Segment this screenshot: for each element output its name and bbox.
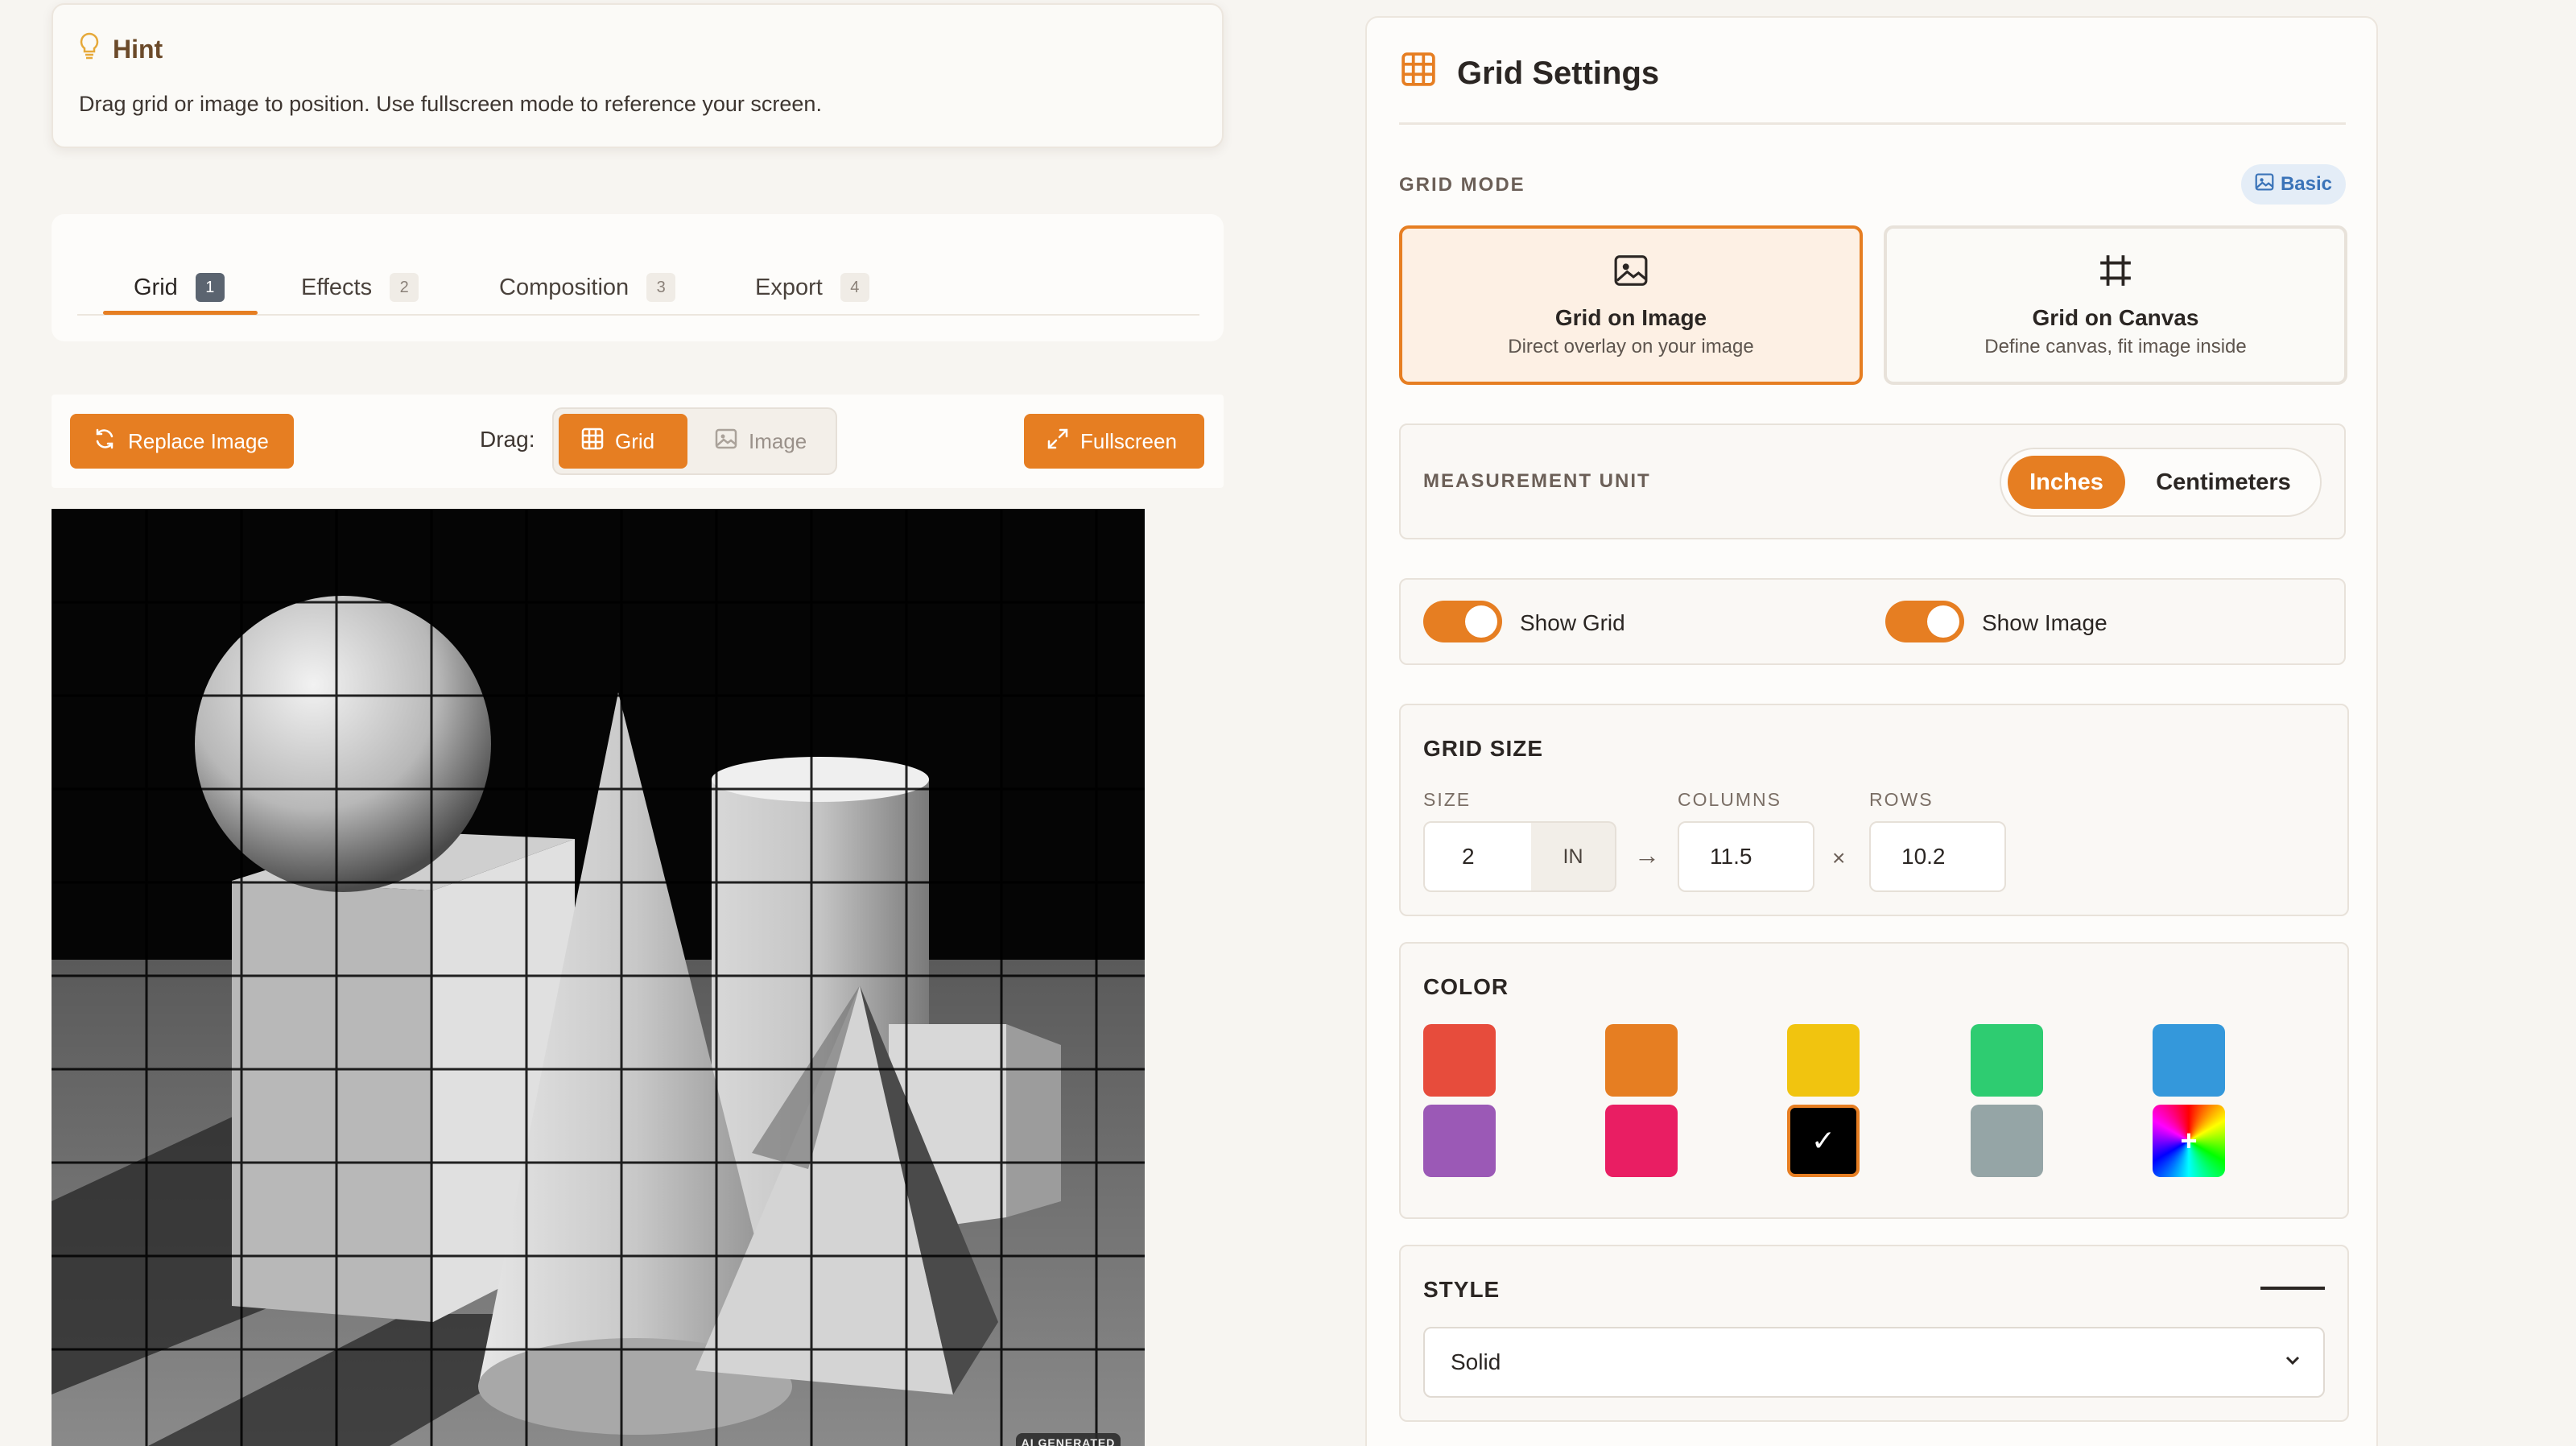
show-grid-label: Show Grid [1520, 610, 1625, 635]
mode-title: Grid on Image [1554, 304, 1707, 330]
mode-badge-label: Basic [2280, 173, 2333, 195]
color-swatch-red[interactable] [1423, 1024, 1496, 1097]
size-unit-suffix: IN [1531, 821, 1616, 892]
hint-header: Hint [79, 32, 163, 66]
color-title: COLOR [1423, 974, 1509, 999]
fullscreen-button[interactable]: Fullscreen [1024, 414, 1204, 469]
fullscreen-label: Fullscreen [1080, 428, 1177, 453]
panel-header: Grid Settings [1401, 52, 1659, 95]
show-image-toggle[interactable] [1885, 601, 1964, 642]
tab-number-badge: 1 [195, 273, 225, 302]
tab-composition[interactable]: Composition 3 [499, 259, 676, 316]
grid-mode-label: GRID MODE [1399, 174, 1525, 196]
drag-image-label: Image [749, 428, 807, 453]
size-input[interactable]: 2 [1423, 821, 1533, 892]
hint-title: Hint [113, 34, 163, 64]
image-canvas[interactable] [52, 509, 1145, 1446]
drag-image-button[interactable]: Image [699, 414, 828, 469]
arrow-right-icon: → [1634, 841, 1660, 870]
color-swatch-yellow[interactable] [1787, 1024, 1860, 1097]
ai-generated-badge: AI GENERATED [1016, 1433, 1121, 1446]
mode-title: Grid on Canvas [2032, 304, 2199, 330]
chevron-down-icon [2283, 1349, 2302, 1375]
image-icon [1613, 253, 1649, 292]
size-label: SIZE [1423, 789, 1472, 810]
measurement-unit-label: MEASUREMENT UNIT [1423, 470, 1651, 492]
columns-label: COLUMNS [1678, 789, 1782, 810]
drag-grid-label: Grid [615, 428, 655, 453]
grid-icon [581, 428, 604, 456]
mode-subtitle: Define canvas, fit image inside [1984, 335, 2247, 357]
unit-centimeters-button[interactable]: Centimeters [2136, 456, 2310, 509]
color-swatch-pink[interactable] [1605, 1105, 1678, 1177]
style-select[interactable]: Solid [1423, 1327, 2325, 1398]
image-icon [2255, 172, 2274, 197]
tab-label: Grid [134, 274, 178, 300]
tab-label: Export [755, 274, 823, 300]
color-swatch-black[interactable]: ✓ [1787, 1105, 1860, 1177]
mode-badge: Basic [2241, 164, 2346, 205]
line-style-preview [2260, 1287, 2325, 1290]
rows-input[interactable]: 10.2 [1869, 821, 2006, 892]
show-image-label: Show Image [1982, 610, 2107, 635]
times-icon: × [1832, 845, 1846, 870]
expand-icon [1046, 428, 1069, 456]
refresh-icon [93, 427, 117, 457]
style-title: STYLE [1423, 1277, 1501, 1302]
tab-number-badge: 2 [390, 273, 419, 302]
mode-grid-on-canvas[interactable]: Grid on Canvas Define canvas, fit image … [1884, 225, 2347, 385]
hint-text: Drag grid or image to position. Use full… [79, 92, 822, 116]
tab-number-badge: 3 [646, 273, 676, 302]
tab-label: Composition [499, 274, 630, 300]
color-swatch-orange[interactable] [1605, 1024, 1678, 1097]
tab-label: Effects [301, 274, 373, 300]
active-tab-indicator [103, 311, 258, 315]
custom-color-picker[interactable]: + [2153, 1105, 2225, 1177]
tab-grid[interactable]: Grid 1 [134, 259, 225, 316]
tab-effects[interactable]: Effects 2 [301, 259, 419, 316]
color-swatch-blue[interactable] [2153, 1024, 2225, 1097]
tab-export[interactable]: Export 4 [755, 259, 869, 316]
style-select-value: Solid [1451, 1349, 1501, 1374]
mode-subtitle: Direct overlay on your image [1508, 335, 1754, 357]
panel-divider [1399, 122, 2346, 125]
drag-label: Drag: [480, 427, 535, 452]
grid-size-title: GRID SIZE [1423, 736, 1544, 761]
frame-icon [2098, 253, 2133, 292]
tab-number-badge: 4 [840, 273, 869, 302]
show-grid-toggle[interactable] [1423, 601, 1502, 642]
grid-icon [1401, 52, 1436, 95]
unit-inches-button[interactable]: Inches [2008, 456, 2125, 509]
panel-title: Grid Settings [1457, 55, 1660, 91]
drag-grid-button[interactable]: Grid [559, 414, 687, 469]
replace-image-label: Replace Image [128, 428, 269, 453]
image-icon [715, 428, 737, 456]
rows-label: ROWS [1869, 789, 1934, 810]
plus-icon: + [2180, 1124, 2198, 1157]
replace-image-button[interactable]: Replace Image [70, 414, 294, 469]
hint-card [52, 3, 1224, 148]
color-swatch-gray[interactable] [1971, 1105, 2043, 1177]
columns-input[interactable]: 11.5 [1678, 821, 1814, 892]
lightbulb-icon [79, 32, 100, 66]
check-icon: ✓ [1810, 1124, 1836, 1157]
still-life-image [52, 509, 1145, 1446]
mode-grid-on-image[interactable]: Grid on Image Direct overlay on your ima… [1399, 225, 1863, 385]
color-swatch-purple[interactable] [1423, 1105, 1496, 1177]
color-swatch-green[interactable] [1971, 1024, 2043, 1097]
